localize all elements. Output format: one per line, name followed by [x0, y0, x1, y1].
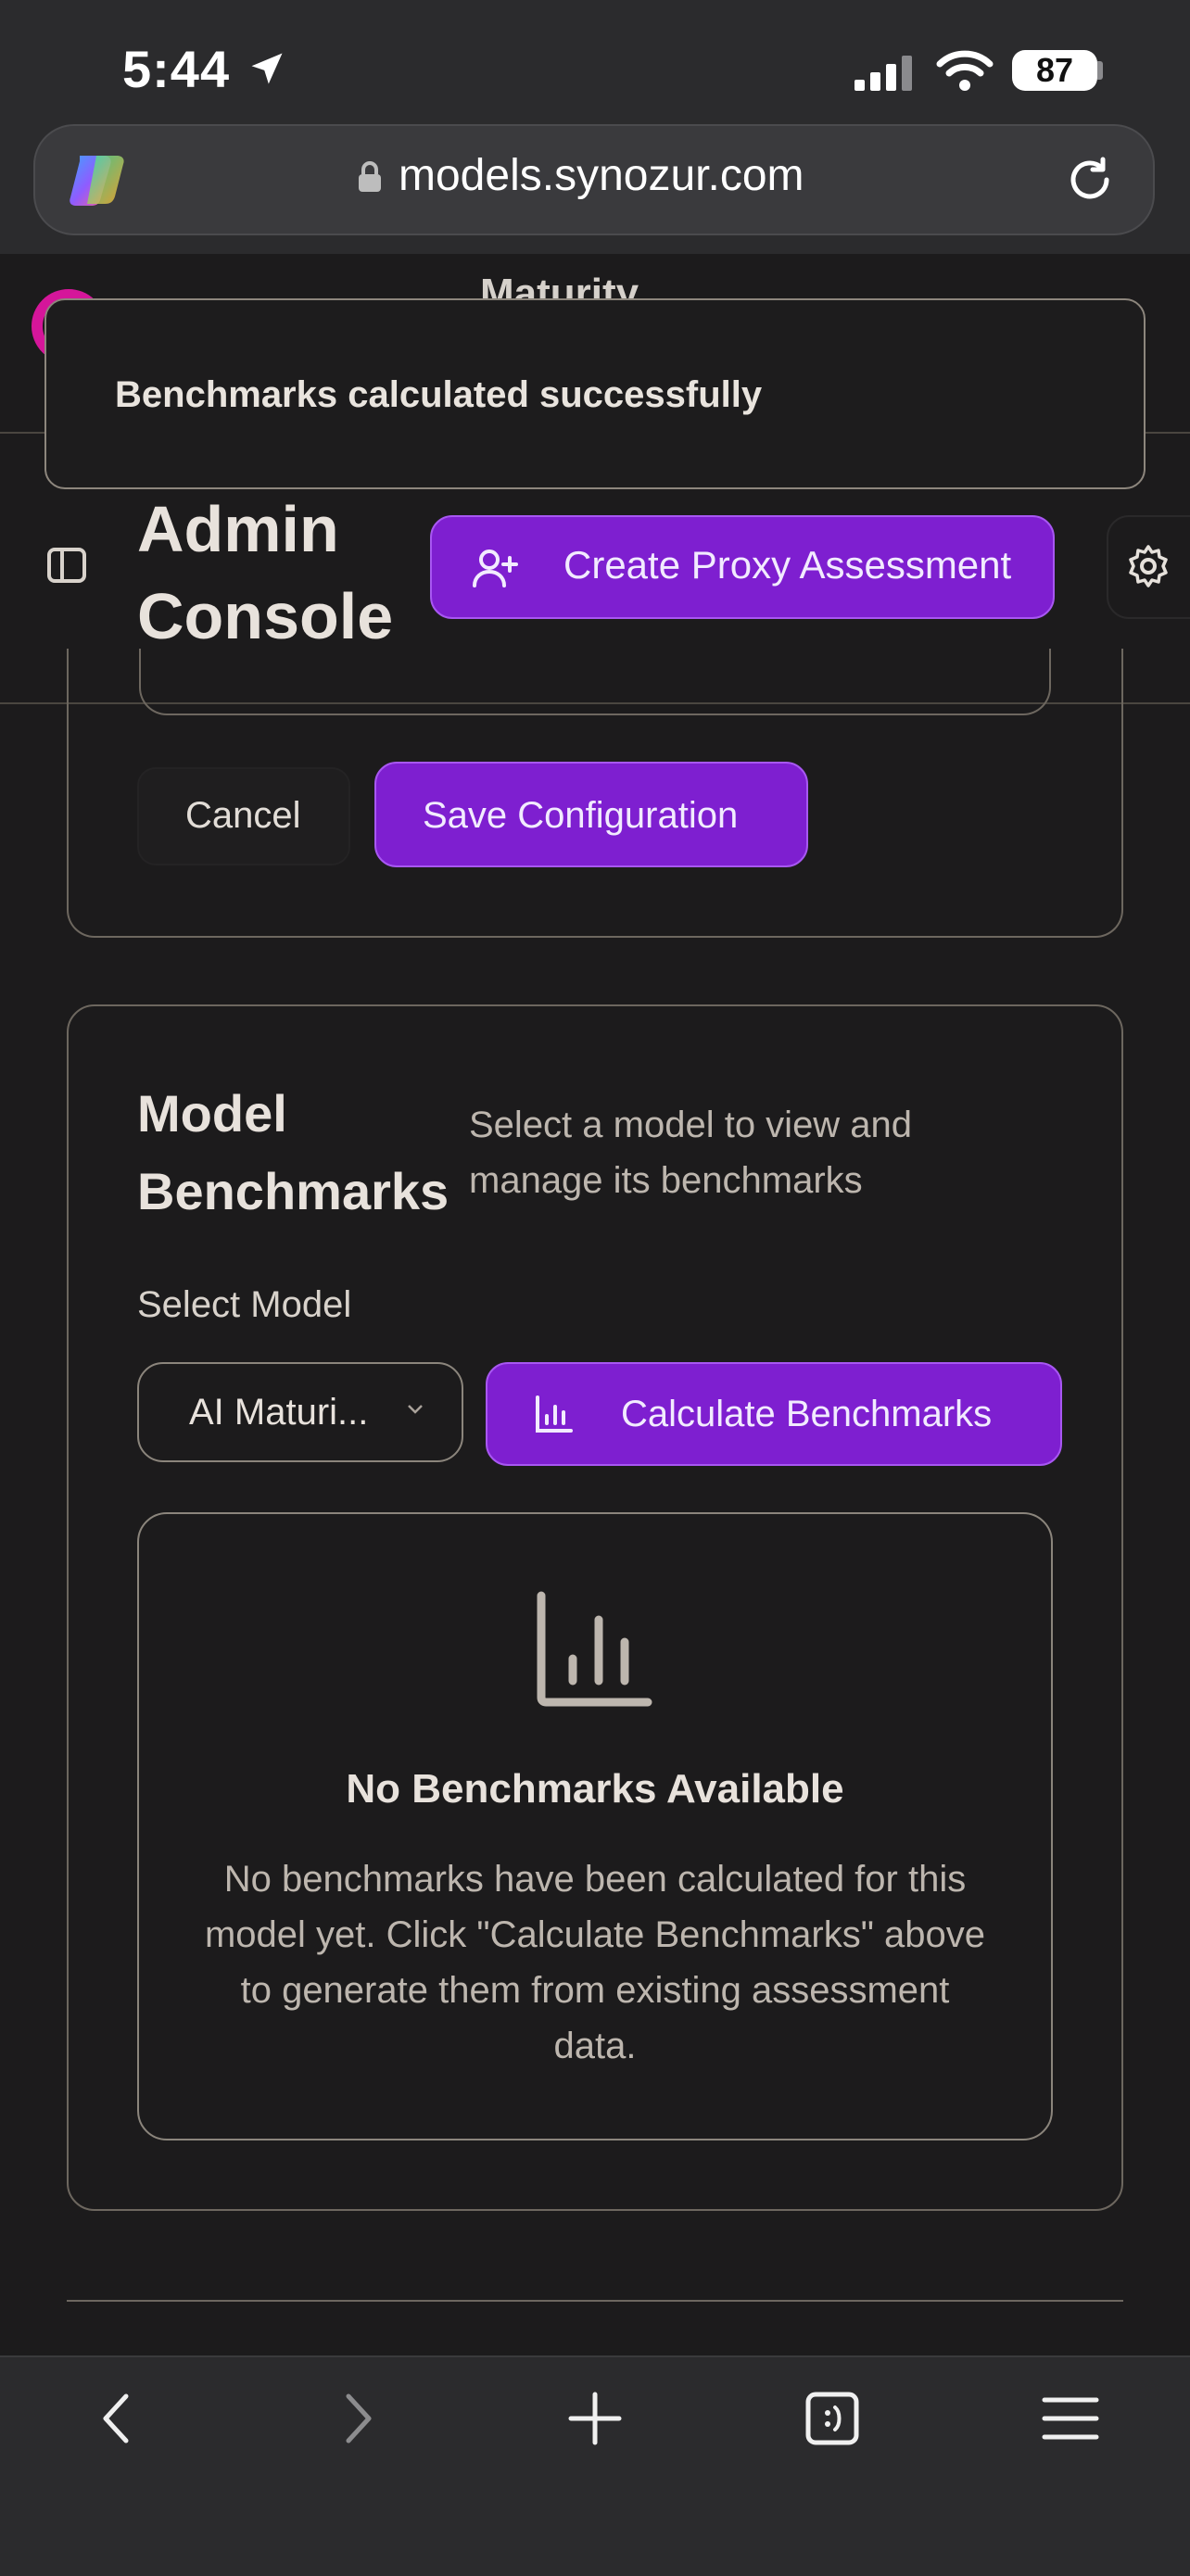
- benchmarks-title: Model Benchmarks: [137, 1075, 449, 1231]
- empty-state-text: No benchmarks have been calculated for t…: [204, 1859, 986, 2066]
- url-text[interactable]: models.synozur.com: [399, 150, 918, 201]
- cancel-label: Cancel: [185, 795, 301, 836]
- empty-state-title: No Benchmarks Available: [346, 1766, 844, 1812]
- bar-chart-icon: [534, 1394, 575, 1434]
- benchmarks-title-line1: Model: [137, 1084, 287, 1143]
- lock-icon: [358, 161, 382, 193]
- reload-icon[interactable]: [1062, 152, 1118, 208]
- status-time: 5:44: [122, 40, 231, 98]
- chevron-left-icon[interactable]: [96, 2391, 137, 2446]
- page-title-line2: Console: [137, 580, 394, 652]
- save-configuration-label: Save Configuration: [423, 795, 739, 836]
- copilot-logo-icon[interactable]: [67, 148, 130, 211]
- cellular-signal-icon: [855, 54, 916, 91]
- toast-message: Benchmarks calculated successfully: [115, 374, 763, 415]
- hamburger-menu-icon[interactable]: [1042, 2391, 1099, 2446]
- section-divider: [67, 2300, 1123, 2302]
- browser-bottom-nav: [0, 2355, 1190, 2576]
- plus-icon[interactable]: [567, 2391, 623, 2446]
- create-proxy-assessment-label: Create Proxy Assessment: [563, 543, 1012, 587]
- user-plus-icon: [473, 545, 519, 591]
- bar-chart-icon: [536, 1590, 652, 1707]
- battery-tip: [1097, 61, 1103, 80]
- page-title: Admin Console: [137, 486, 393, 660]
- benchmarks-subtitle: Select a model to view and manage its be…: [469, 1105, 913, 1201]
- model-select-value: AI Maturi...: [189, 1392, 369, 1433]
- calculate-benchmarks-label: Calculate Benchmarks: [621, 1394, 993, 1434]
- wifi-icon: [936, 48, 994, 93]
- chevron-down-icon: [406, 1403, 424, 1416]
- battery-indicator: 87: [1012, 50, 1097, 91]
- location-arrow-icon: [247, 48, 287, 89]
- benchmarks-title-line2: Benchmarks: [137, 1162, 449, 1220]
- gear-icon: [1125, 543, 1171, 589]
- sidebar-toggle-icon[interactable]: [46, 545, 87, 586]
- page-title-line1: Admin: [137, 493, 339, 565]
- config-input-partial[interactable]: [139, 649, 1051, 715]
- chevron-right-icon[interactable]: [337, 2391, 378, 2446]
- tabs-icon[interactable]: [804, 2391, 860, 2446]
- select-model-label: Select Model: [137, 1284, 352, 1325]
